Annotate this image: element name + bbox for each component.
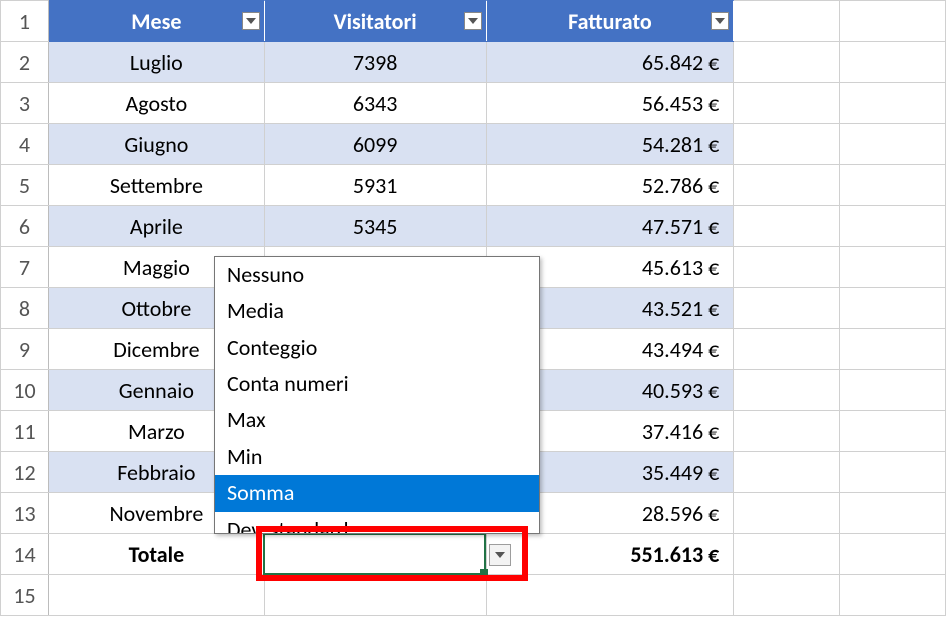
cell-empty[interactable] [734,206,840,247]
row-header[interactable]: 8 [1,288,49,329]
menu-item[interactable]: Media [215,293,539,329]
menu-item[interactable]: Min [215,439,539,475]
cell-mese[interactable]: Luglio [48,42,264,83]
menu-item[interactable]: Conta numeri [215,366,539,402]
cell-visitatori[interactable]: 5345 [264,206,486,247]
cell-empty[interactable] [734,1,840,42]
cell-empty[interactable] [734,575,840,616]
cell-empty[interactable] [734,534,840,575]
header-label: Visitatori [334,8,417,35]
cell-empty[interactable] [734,42,840,83]
row-header[interactable]: 13 [1,493,49,534]
cell-visitatori[interactable]: 7398 [264,42,486,83]
cell-empty[interactable] [840,247,946,288]
cell-empty[interactable] [840,206,946,247]
cell-empty[interactable] [840,575,946,616]
cell-fatturato[interactable]: 65.842 € [486,42,734,83]
cell-empty[interactable] [734,165,840,206]
row-header[interactable]: 14 [1,534,49,575]
row-header[interactable]: 9 [1,329,49,370]
sort-button-fatturato[interactable] [711,12,729,30]
cell-mese[interactable]: Agosto [48,83,264,124]
cell-total-label[interactable]: Totale [48,534,264,575]
cell-empty[interactable] [48,575,264,616]
header-label: Mese [131,8,181,35]
cell-empty[interactable] [840,329,946,370]
cell-mese[interactable]: Aprile [48,206,264,247]
menu-item[interactable]: Max [215,402,539,438]
cell-empty[interactable] [734,452,840,493]
column-header-fatturato[interactable]: Fatturato [486,1,734,42]
cell-empty[interactable] [734,247,840,288]
row-header[interactable]: 1 [1,1,49,42]
cell-empty[interactable] [734,493,840,534]
cell-fatturato[interactable]: 56.453 € [486,83,734,124]
row-header[interactable]: 10 [1,370,49,411]
cell-empty[interactable] [840,534,946,575]
cell-empty[interactable] [734,83,840,124]
totals-function-menu: NessunoMediaConteggioConta numeriMaxMinS… [214,256,540,534]
filter-button-visitatori[interactable] [464,12,482,30]
cell-empty[interactable] [840,411,946,452]
spreadsheet-view: 1MeseVisitatoriFatturato2Luglio739865.84… [0,0,946,635]
cell-visitatori[interactable]: 5931 [264,165,486,206]
cell-empty[interactable] [840,288,946,329]
totals-function-dropdown-button[interactable] [489,544,511,566]
cell-empty[interactable] [734,329,840,370]
row-header[interactable]: 2 [1,42,49,83]
cell-fatturato[interactable]: 54.281 € [486,124,734,165]
row-header[interactable]: 3 [1,83,49,124]
cell-empty[interactable] [734,370,840,411]
cell-empty[interactable] [840,370,946,411]
cell-empty[interactable] [840,83,946,124]
cell-total-fatturato[interactable]: 551.613 € [486,534,734,575]
cell-fatturato[interactable]: 47.571 € [486,206,734,247]
menu-item[interactable]: Nessuno [215,257,539,293]
cell-empty[interactable] [840,493,946,534]
cell-empty[interactable] [734,124,840,165]
row-header[interactable]: 4 [1,124,49,165]
cell-empty[interactable] [840,165,946,206]
cell-empty[interactable] [486,575,734,616]
row-header[interactable]: 6 [1,206,49,247]
cell-empty[interactable] [734,288,840,329]
menu-item[interactable]: Somma [215,475,539,511]
row-header[interactable]: 15 [1,575,49,616]
column-header-visitatori[interactable]: Visitatori [264,1,486,42]
cell-empty[interactable] [734,411,840,452]
cell-empty[interactable] [840,452,946,493]
header-label: Fatturato [568,8,652,35]
row-header[interactable]: 7 [1,247,49,288]
cell-empty[interactable] [840,42,946,83]
cell-fatturato[interactable]: 52.786 € [486,165,734,206]
cell-empty[interactable] [840,1,946,42]
cell-empty[interactable] [264,575,486,616]
row-header[interactable]: 5 [1,165,49,206]
filter-button-mese[interactable] [242,12,260,30]
cell-empty[interactable] [840,124,946,165]
column-header-mese[interactable]: Mese [48,1,264,42]
cell-total-visitatori[interactable] [264,534,486,575]
menu-item[interactable]: Dev. standard [215,512,539,534]
menu-item[interactable]: Conteggio [215,330,539,366]
row-header[interactable]: 11 [1,411,49,452]
cell-visitatori[interactable]: 6099 [264,124,486,165]
row-header[interactable]: 12 [1,452,49,493]
cell-mese[interactable]: Giugno [48,124,264,165]
cell-visitatori[interactable]: 6343 [264,83,486,124]
cell-mese[interactable]: Settembre [48,165,264,206]
